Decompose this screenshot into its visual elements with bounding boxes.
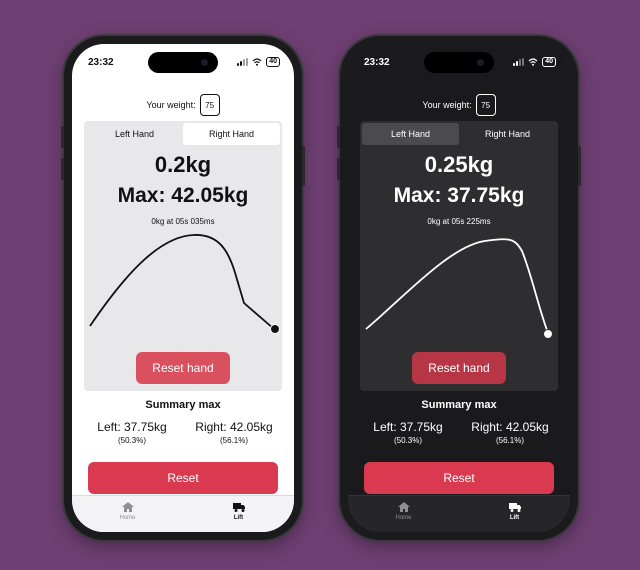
current-value: 0.2kg xyxy=(154,152,212,177)
wifi-icon xyxy=(252,58,262,66)
tab-left-hand[interactable]: Left Hand xyxy=(86,123,183,145)
summary-left: Left: 37.75kg (50.3%) xyxy=(82,420,182,445)
status-time: 23:32 xyxy=(364,57,390,68)
weight-row: Your weight: 75 xyxy=(72,94,294,116)
reset-button[interactable]: Reset xyxy=(364,462,554,494)
volume-down-button xyxy=(61,158,64,180)
weight-label: Your weight: xyxy=(422,100,472,110)
summary-right: Right: 42.05kg (56.1%) xyxy=(184,420,284,445)
phone-light: 23:32 40 Your weight: 75 Left Hand Right… xyxy=(61,36,305,540)
force-curve-chart xyxy=(365,238,553,339)
signal-icon xyxy=(513,58,525,66)
time-note: 0kg at 05s 035ms xyxy=(151,217,215,226)
tab-bar: Home Lift xyxy=(72,495,294,532)
status-bar: 23:32 40 xyxy=(72,44,294,80)
power-button xyxy=(302,146,305,186)
tab-bar-lift-label: Lift xyxy=(233,515,244,521)
volume-down-button xyxy=(337,158,340,180)
status-bar: 23:32 40 xyxy=(348,44,570,80)
tab-bar-home-label: Home xyxy=(395,515,412,521)
status-icons: 40 xyxy=(237,57,280,67)
hand-tabs: Left Hand Right Hand xyxy=(362,123,556,145)
status-icons: 40 xyxy=(513,57,556,67)
weight-row: Your weight: 75 xyxy=(348,94,570,116)
reset-button[interactable]: Reset xyxy=(88,462,278,494)
summary-left: Left: 37.75kg (50.3%) xyxy=(358,420,458,445)
tab-bar-home-label: Home xyxy=(119,515,136,521)
summary-left-value: Left: 37.75kg xyxy=(97,420,167,434)
hand-tabs: Left Hand Right Hand xyxy=(86,123,280,145)
truck-icon xyxy=(232,503,245,512)
current-value: 0.25kg xyxy=(424,152,494,177)
power-button xyxy=(578,146,581,186)
weight-input[interactable]: 75 xyxy=(475,94,496,116)
time-note: 0kg at 05s 225ms xyxy=(427,217,491,226)
phone-dark: 23:32 40 Your weight: 75 Left Hand Right… xyxy=(337,36,581,540)
force-curve-line xyxy=(365,238,549,334)
battery-icon: 40 xyxy=(542,57,556,67)
dynamic-island xyxy=(148,52,218,73)
weight-label: Your weight: xyxy=(146,100,196,110)
summary-title: Summary max xyxy=(145,399,221,411)
hand-panel: Left Hand Right Hand 0.25kg Max: 37.75kg… xyxy=(360,121,558,391)
battery-icon: 40 xyxy=(266,57,280,67)
reset-hand-button[interactable]: Reset hand xyxy=(136,352,230,384)
home-icon xyxy=(397,502,410,512)
camera-dot xyxy=(201,59,208,66)
weight-input[interactable]: 75 xyxy=(199,94,220,116)
truck-icon xyxy=(508,503,521,512)
screen: 23:32 40 Your weight: 75 Left Hand Right… xyxy=(72,44,294,532)
max-value: Max: 42.05kg xyxy=(117,184,249,207)
summary-right-value: Right: 42.05kg xyxy=(195,420,273,434)
summary-right-percent: (56.1%) xyxy=(495,436,524,445)
home-icon xyxy=(121,502,134,512)
summary-right-value: Right: 42.05kg xyxy=(471,420,549,434)
reset-hand-button[interactable]: Reset hand xyxy=(412,352,506,384)
curve-end-point xyxy=(543,329,553,339)
tab-bar-lift[interactable]: Lift xyxy=(183,496,294,532)
summary-left-percent: (50.3%) xyxy=(117,436,146,445)
dynamic-island xyxy=(424,52,494,73)
tab-bar-home[interactable]: Home xyxy=(348,496,459,532)
tab-right-hand[interactable]: Right Hand xyxy=(183,123,280,145)
summary-title: Summary max xyxy=(421,399,497,411)
summary-right-percent: (56.1%) xyxy=(219,436,248,445)
curve-end-point xyxy=(270,324,280,334)
tab-bar: Home Lift xyxy=(348,495,570,532)
status-time: 23:32 xyxy=(88,57,114,68)
force-curve-chart xyxy=(89,234,280,334)
max-value: Max: 37.75kg xyxy=(393,184,525,207)
wifi-icon xyxy=(528,58,538,66)
screen: 23:32 40 Your weight: 75 Left Hand Right… xyxy=(348,44,570,532)
hand-panel: Left Hand Right Hand 0.2kg Max: 42.05kg … xyxy=(84,121,282,391)
volume-up-button xyxy=(61,126,64,148)
signal-icon xyxy=(237,58,249,66)
summary-left-percent: (50.3%) xyxy=(393,436,422,445)
tab-bar-home[interactable]: Home xyxy=(72,496,183,532)
summary-left-value: Left: 37.75kg xyxy=(373,420,443,434)
force-curve-line xyxy=(89,234,275,330)
camera-dot xyxy=(477,59,484,66)
summary-right: Right: 42.05kg (56.1%) xyxy=(460,420,560,445)
volume-up-button xyxy=(337,126,340,148)
tab-bar-lift-label: Lift xyxy=(509,515,520,521)
tab-right-hand[interactable]: Right Hand xyxy=(459,123,556,145)
tab-left-hand[interactable]: Left Hand xyxy=(362,123,459,145)
tab-bar-lift[interactable]: Lift xyxy=(459,496,570,532)
